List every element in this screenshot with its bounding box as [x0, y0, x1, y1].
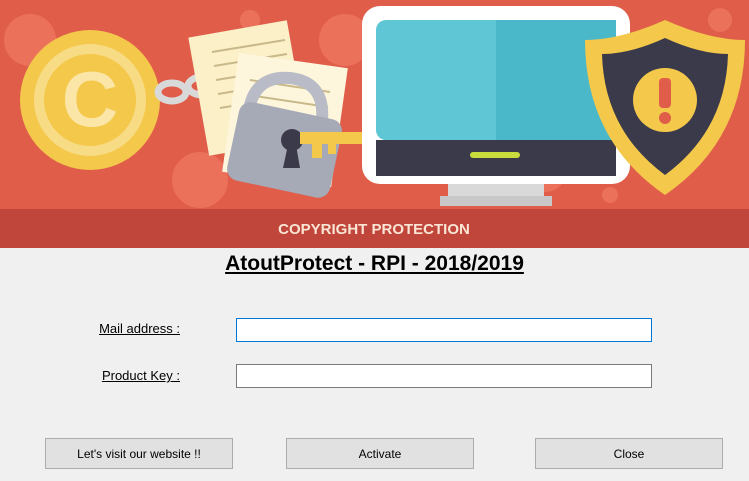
- app-title: AtoutProtect - RPI - 2018/2019: [225, 252, 524, 275]
- svg-text:C: C: [62, 55, 118, 143]
- visit-website-button[interactable]: Let's visit our website !!: [45, 438, 233, 469]
- product-key-input[interactable]: [236, 364, 652, 388]
- monitor-icon: [362, 6, 630, 206]
- copyright-banner-image: C COPYRIGHT PROTECTION: [0, 0, 749, 248]
- copyright-icon: C: [20, 30, 160, 170]
- mail-address-label: Mail address :: [99, 321, 180, 336]
- close-button[interactable]: Close: [535, 438, 723, 469]
- banner-caption: COPYRIGHT PROTECTION: [278, 221, 470, 238]
- product-key-label: Product Key :: [101, 368, 180, 383]
- activate-button[interactable]: Activate: [286, 438, 474, 469]
- mail-address-input[interactable]: [236, 318, 652, 342]
